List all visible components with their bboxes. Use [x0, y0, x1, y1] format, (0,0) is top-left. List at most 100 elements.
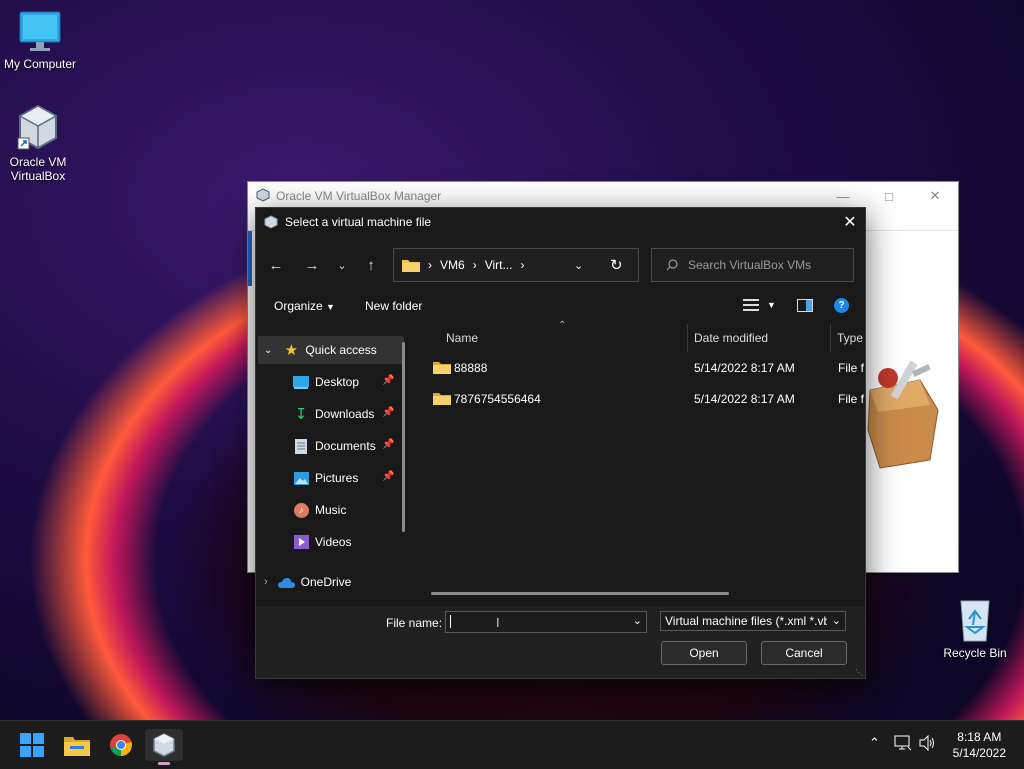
nav-item-desktop[interactable]: Desktop [292, 368, 359, 396]
navigation-bar: ← → ⌄ ↑ › VM6 › Virt... › ⌄ ↻ Search Vir… [256, 248, 865, 282]
file-type-value: Virtual machine files (*.xml *.vb [665, 614, 827, 628]
text-cursor [450, 615, 451, 628]
sort-ascending-icon: ⌃ [558, 320, 567, 331]
command-bar: Organize ▼ New folder ▼ ? [256, 294, 865, 320]
folder-icon [433, 360, 451, 377]
volume-icon[interactable] [919, 734, 937, 754]
nav-item-label: Documents [315, 439, 376, 453]
folder-icon [433, 391, 451, 408]
chevron-right-icon[interactable]: › [264, 576, 268, 588]
nav-item-pictures[interactable]: Pictures [292, 464, 358, 492]
chrome-taskbar-icon[interactable] [105, 729, 137, 761]
column-header-name[interactable]: Name [446, 326, 478, 350]
desktop-icon-my-computer[interactable]: My Computer [0, 10, 80, 71]
column-header-type[interactable]: Type [837, 326, 863, 350]
column-separator[interactable] [687, 324, 688, 352]
search-box[interactable]: Search VirtualBox VMs [651, 248, 854, 282]
breadcrumb-chevron-icon[interactable]: › [428, 258, 432, 272]
virtualbox-small-icon [256, 187, 270, 205]
nav-item-label: Videos [315, 535, 352, 549]
desktop-icon-recycle-bin[interactable]: Recycle Bin [935, 597, 1015, 660]
column-header-date-modified[interactable]: Date modified [694, 326, 768, 350]
file-explorer-taskbar-icon[interactable] [61, 729, 93, 761]
back-arrow-icon[interactable]: ← [266, 256, 286, 274]
dialog-title: Select a virtual machine file [285, 215, 432, 229]
forward-arrow-icon[interactable]: → [302, 256, 322, 274]
pin-icon: 📌 [382, 439, 395, 450]
music-icon: ♪ [292, 502, 310, 518]
desktop-folder-icon [292, 374, 310, 390]
nav-item-videos[interactable]: Videos [292, 528, 351, 556]
nav-item-downloads[interactable]: ↧ Downloads [292, 400, 375, 428]
breadcrumb-segment[interactable]: Virt... [485, 258, 513, 272]
nav-item-label: Downloads [315, 407, 375, 421]
videos-icon [292, 534, 310, 550]
file-row[interactable]: 7876754556464 5/14/2022 8:17 AM File fo [428, 387, 864, 411]
column-separator[interactable] [830, 324, 831, 352]
file-name-field[interactable]: I ⌄ [445, 611, 647, 633]
file-name: 88888 [454, 361, 488, 375]
organize-button[interactable]: Organize ▼ [274, 299, 335, 313]
file-list-horizontal-scrollbar[interactable] [431, 592, 729, 595]
resize-grip-icon[interactable]: ⋱ [855, 668, 863, 677]
maximize-icon[interactable]: □ [866, 182, 912, 210]
close-icon[interactable]: ✕ [835, 208, 865, 236]
desktop-icon-label: My Computer [3, 57, 77, 71]
cancel-button[interactable]: Cancel [761, 641, 847, 665]
download-icon: ↧ [294, 406, 308, 423]
desktop-icon-label: Recycle Bin [943, 646, 1007, 660]
recent-locations-chevron-icon[interactable]: ⌄ [332, 256, 352, 274]
nav-item-music[interactable]: ♪ Music [292, 496, 346, 524]
file-name: 7876754556464 [454, 392, 541, 406]
nav-item-quick-access[interactable]: ⌄ ★ Quick access [264, 336, 377, 364]
virtualbox-taskbar-icon[interactable] [145, 729, 183, 765]
view-options-icon[interactable]: ▼ [743, 298, 776, 312]
system-clock[interactable]: 8:18 AM 5/14/2022 [953, 729, 1006, 761]
minimize-icon[interactable]: — [820, 182, 866, 210]
breadcrumb-chevron-icon[interactable]: › [473, 258, 477, 272]
nav-item-label: OneDrive [300, 575, 352, 589]
start-button[interactable] [16, 729, 48, 761]
refresh-icon[interactable]: ↻ [610, 256, 623, 274]
nav-item-documents[interactable]: Documents [292, 432, 376, 460]
pictures-icon [292, 470, 310, 486]
file-name-label: File name: [386, 616, 443, 630]
nav-item-label: Desktop [315, 375, 360, 389]
file-row[interactable]: 88888 5/14/2022 8:17 AM File fo [428, 356, 864, 380]
desktop-icon-virtualbox[interactable]: Oracle VM VirtualBox [0, 104, 78, 183]
open-button[interactable]: Open [661, 641, 747, 665]
nav-item-label: Music [315, 503, 347, 517]
file-type-select[interactable]: Virtual machine files (*.xml *.vb ⌄ [660, 611, 846, 631]
nav-pane-scrollbar[interactable] [402, 342, 405, 532]
preview-pane-icon[interactable] [797, 299, 813, 315]
navigation-pane: ⌄ ★ Quick access Desktop 📌 ↧ Downloads 📌… [256, 324, 414, 602]
address-bar[interactable]: › VM6 › Virt... › ⌄ ↻ [393, 248, 639, 282]
help-icon[interactable]: ? [834, 298, 849, 313]
pin-icon: 📌 [382, 407, 395, 418]
close-icon[interactable]: ✕ [912, 182, 958, 210]
breadcrumb-chevron-icon[interactable]: › [520, 258, 524, 272]
show-hidden-icons-chevron-icon[interactable]: ⌃ [869, 735, 880, 751]
network-icon[interactable] [894, 735, 912, 754]
select-file-dialog[interactable]: Select a virtual machine file ✕ ← → ⌄ ↑ … [255, 207, 866, 679]
clock-time: 8:18 AM [957, 730, 1002, 744]
pin-icon: 📌 [382, 375, 395, 386]
folder-icon [402, 258, 420, 272]
up-arrow-icon[interactable]: ↑ [361, 256, 381, 274]
document-icon [292, 438, 310, 454]
file-type: File fo [838, 392, 864, 406]
new-folder-button[interactable]: New folder [365, 299, 422, 313]
vbm-selection-bar [248, 230, 252, 286]
chevron-down-icon[interactable]: ⌄ [633, 614, 642, 627]
address-dropdown-icon[interactable]: ⌄ [574, 259, 583, 272]
nav-item-onedrive[interactable]: › OneDrive [264, 568, 351, 596]
desktop-icon-label: Oracle VM VirtualBox [9, 155, 67, 183]
chevron-down-icon[interactable]: ⌄ [832, 614, 841, 627]
file-date: 5/14/2022 8:17 AM [694, 361, 795, 375]
chevron-down-icon[interactable]: ⌄ [264, 345, 272, 356]
dialog-titlebar: Select a virtual machine file [256, 208, 865, 236]
breadcrumb-segment[interactable]: VM6 [440, 258, 465, 272]
virtualbox-icon [16, 104, 60, 152]
nav-item-label: Quick access [305, 343, 377, 357]
pin-icon: 📌 [382, 471, 395, 482]
